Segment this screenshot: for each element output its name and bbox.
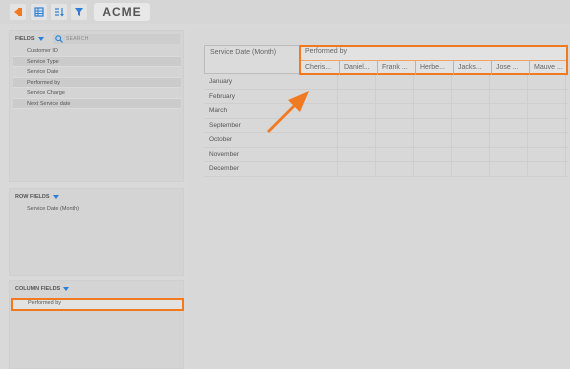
column-field-item[interactable]: Performed by xyxy=(11,298,184,311)
grid-row xyxy=(300,75,568,90)
column-header[interactable]: Herbe... xyxy=(415,61,453,75)
grid-cell[interactable] xyxy=(528,162,566,176)
pivot-column-group: Performed by Cheris... Daniel... Frank .… xyxy=(299,45,568,75)
pivot-grid xyxy=(300,75,568,177)
grid-cell[interactable] xyxy=(414,89,452,103)
grid-cell[interactable] xyxy=(528,147,566,161)
row-label[interactable]: December xyxy=(204,162,300,177)
grid-cell[interactable] xyxy=(338,104,376,118)
pivot-column-group-label[interactable]: Performed by xyxy=(305,48,347,55)
grid-cell[interactable] xyxy=(452,147,490,161)
column-header[interactable]: Daniel... xyxy=(339,61,377,75)
pivot-column-headers: Cheris... Daniel... Frank ... Herbe... J… xyxy=(301,61,567,75)
grid-row xyxy=(300,147,568,162)
table-icon[interactable] xyxy=(31,4,47,20)
grid-cell[interactable] xyxy=(300,147,338,161)
field-item-next-service-date[interactable]: Next Service date xyxy=(13,98,181,109)
column-header[interactable]: Jose ... xyxy=(491,61,529,75)
column-fields-header[interactable]: COLUMN FIELDS xyxy=(15,286,70,292)
grid-cell[interactable] xyxy=(376,75,414,89)
chevron-down-icon[interactable] xyxy=(63,287,70,291)
grid-cell[interactable] xyxy=(300,162,338,176)
field-item-service-charge[interactable]: Service Charge xyxy=(13,88,181,99)
search-icon xyxy=(55,35,63,43)
pointer-arrow-icon xyxy=(267,91,309,133)
grid-cell[interactable] xyxy=(376,104,414,118)
field-list: Customer ID Service Type Service Date Pe… xyxy=(13,46,181,109)
grid-cell[interactable] xyxy=(414,162,452,176)
grid-cell[interactable] xyxy=(414,147,452,161)
grid-cell[interactable] xyxy=(376,89,414,103)
grid-cell[interactable] xyxy=(490,162,528,176)
grid-cell[interactable] xyxy=(376,162,414,176)
grid-cell[interactable] xyxy=(338,75,376,89)
search-input[interactable]: SEARCH xyxy=(53,34,180,44)
row-field-item[interactable]: Service Date (Month) xyxy=(13,206,181,212)
grid-cell[interactable] xyxy=(528,118,566,132)
row-label[interactable]: November xyxy=(204,148,300,162)
search-placeholder: SEARCH xyxy=(66,36,89,42)
grid-cell[interactable] xyxy=(414,75,452,89)
grid-cell[interactable] xyxy=(376,147,414,161)
grid-row xyxy=(300,118,568,133)
field-item-service-date[interactable]: Service Date xyxy=(13,67,181,78)
grid-row xyxy=(300,133,568,148)
grid-cell[interactable] xyxy=(452,162,490,176)
grid-cell[interactable] xyxy=(452,104,490,118)
grid-cell[interactable] xyxy=(490,133,528,147)
grid-cell[interactable] xyxy=(338,118,376,132)
grid-cell[interactable] xyxy=(490,118,528,132)
grid-cell[interactable] xyxy=(452,118,490,132)
column-header[interactable]: Frank ... xyxy=(377,61,415,75)
grid-cell[interactable] xyxy=(414,104,452,118)
row-fields-title: ROW FIELDS xyxy=(15,194,50,200)
row-fields-header[interactable]: ROW FIELDS xyxy=(15,194,59,200)
grid-cell[interactable] xyxy=(376,133,414,147)
grid-cell[interactable] xyxy=(414,118,452,132)
grid-cell[interactable] xyxy=(338,162,376,176)
pivot-table-area: Service Date (Month) Performed by Cheris… xyxy=(189,30,570,369)
grid-cell[interactable] xyxy=(528,89,566,103)
grid-cell[interactable] xyxy=(528,104,566,118)
pivot-row-header[interactable]: Service Date (Month) xyxy=(204,45,300,74)
grid-cell[interactable] xyxy=(528,133,566,147)
grid-cell[interactable] xyxy=(490,89,528,103)
column-header[interactable]: Mauve ... xyxy=(529,61,567,75)
column-fields-panel: COLUMN FIELDS Performed by xyxy=(9,280,184,369)
chevron-down-icon[interactable] xyxy=(52,195,59,199)
fields-panel-header[interactable]: FIELDS xyxy=(15,36,44,42)
grid-cell[interactable] xyxy=(338,89,376,103)
grid-cell[interactable] xyxy=(414,133,452,147)
grid-cell[interactable] xyxy=(452,75,490,89)
grid-cell[interactable] xyxy=(376,118,414,132)
fields-panel-title: FIELDS xyxy=(15,36,35,42)
grid-cell[interactable] xyxy=(490,104,528,118)
fields-panel: FIELDS SEARCH Customer ID Service Type S… xyxy=(9,30,184,182)
column-header[interactable]: Cheris... xyxy=(301,61,339,75)
grid-cell[interactable] xyxy=(490,75,528,89)
grid-cell[interactable] xyxy=(528,75,566,89)
sort-icon[interactable] xyxy=(51,4,67,20)
row-fields-panel: ROW FIELDS Service Date (Month) xyxy=(9,188,184,276)
grid-cell[interactable] xyxy=(452,89,490,103)
column-fields-title: COLUMN FIELDS xyxy=(15,286,61,292)
filter-icon[interactable] xyxy=(71,4,87,20)
toolbar: ACME xyxy=(0,0,570,24)
field-item-customer-id[interactable]: Customer ID xyxy=(13,46,181,57)
brand-logo: ACME xyxy=(94,3,150,21)
grid-cell[interactable] xyxy=(338,147,376,161)
grid-cell[interactable] xyxy=(452,133,490,147)
export-icon[interactable] xyxy=(10,4,26,20)
field-item-performed-by[interactable]: Performed by xyxy=(13,77,181,88)
grid-cell[interactable] xyxy=(490,147,528,161)
field-item-service-type[interactable]: Service Type xyxy=(13,56,181,67)
column-header[interactable]: Jacks... xyxy=(453,61,491,75)
chevron-down-icon[interactable] xyxy=(37,37,44,41)
grid-row xyxy=(300,104,568,119)
grid-cell[interactable] xyxy=(338,133,376,147)
grid-row xyxy=(300,162,568,177)
grid-row xyxy=(300,89,568,104)
